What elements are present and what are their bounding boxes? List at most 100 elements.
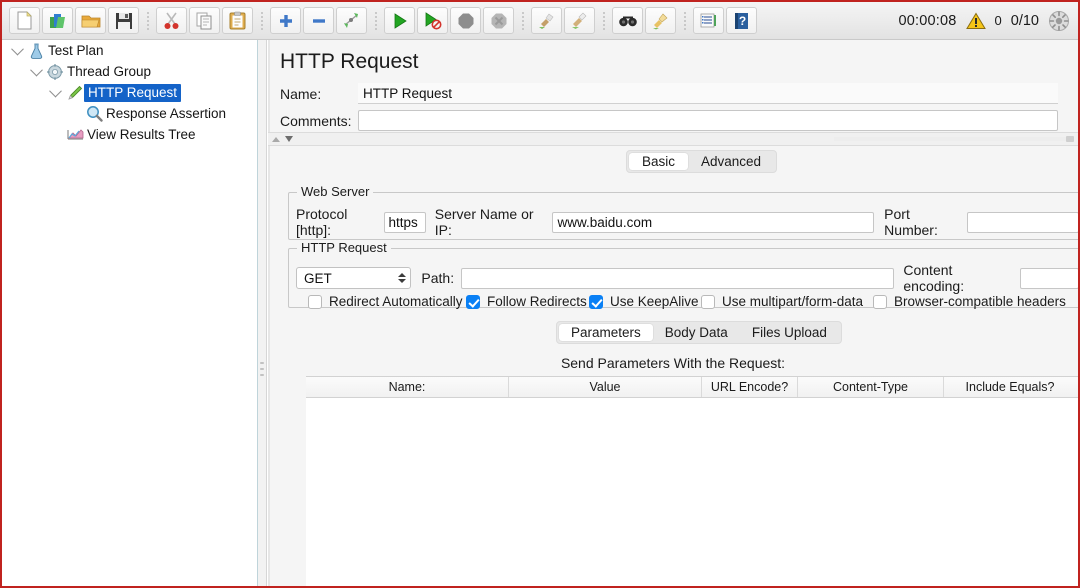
checkbox-label: Browser-compatible headers	[894, 294, 1066, 309]
tab-parameters[interactable]: Parameters	[559, 324, 653, 341]
protocol-row: Protocol [http]: https Server Name or IP…	[296, 206, 1078, 238]
method-select-value: GET	[304, 270, 332, 286]
collapse-all-icon[interactable]	[303, 7, 334, 34]
column-header-name[interactable]: Name:	[306, 377, 509, 397]
start-icon[interactable]	[384, 7, 415, 34]
cut-icon[interactable]	[156, 7, 187, 34]
tab-basic[interactable]: Basic	[629, 153, 689, 170]
pane-splitter[interactable]	[258, 40, 267, 586]
toolbar-group-run	[383, 7, 515, 34]
chevron-down-icon[interactable]	[46, 84, 64, 98]
checkbox-box[interactable]	[466, 294, 480, 309]
checkbox-use-multipart-form-data[interactable]: Use multipart/form-data	[701, 294, 863, 309]
protocol-input[interactable]: https	[384, 211, 426, 233]
toolbar-group-search	[611, 7, 677, 34]
templates-icon[interactable]	[42, 7, 73, 34]
checkbox-redirect-automatically[interactable]: Redirect Automatically	[308, 294, 463, 309]
warning-count: 0	[994, 13, 1002, 28]
toolbar: ? 00:00:08 0 0/10	[2, 2, 1078, 40]
search-icon[interactable]	[612, 7, 643, 34]
send-parameters-label: Send Parameters With the Request:	[560, 355, 786, 371]
server-input[interactable]: www.baidu.com	[551, 211, 875, 233]
checkbox-browser-compatible-headers[interactable]: Browser-compatible headers	[873, 294, 1066, 309]
test-plan-icon	[26, 43, 46, 59]
toolbar-status: 00:00:08 0 0/10	[898, 10, 1078, 32]
collapse-up-icon[interactable]	[272, 136, 280, 142]
checkbox-label: Use multipart/form-data	[722, 294, 864, 309]
tree-node-label: Thread Group	[67, 64, 152, 79]
chevron-updown-icon	[398, 273, 407, 283]
reset-search-icon[interactable]	[645, 7, 676, 34]
tree-node-thread-group[interactable]: Thread Group	[2, 61, 257, 82]
active-threads-count: 0/10	[1010, 12, 1039, 29]
toggle-icon[interactable]	[336, 7, 367, 34]
clear-icon[interactable]	[531, 7, 562, 34]
path-input[interactable]	[461, 267, 895, 289]
jmeter-window: ? 00:00:08 0 0/10 Test Plan Thread Group…	[0, 0, 1080, 588]
threads-gauge-icon[interactable]	[1048, 10, 1070, 32]
test-plan-tree[interactable]: Test Plan Thread Group HTTP Request Resp…	[2, 40, 258, 586]
checkbox-label: Redirect Automatically	[329, 294, 463, 309]
http-request-group: HTTP Request GET Path: Content encoding:…	[288, 240, 1078, 309]
copy-icon[interactable]	[189, 7, 220, 34]
splitter-grip[interactable]	[260, 362, 265, 376]
start-no-timers-icon[interactable]	[417, 7, 448, 34]
warning-icon[interactable]	[965, 12, 986, 30]
tab-advanced[interactable]: Advanced	[688, 153, 774, 170]
toolbar-separator	[371, 10, 380, 32]
comments-input[interactable]	[358, 110, 1058, 131]
toolbar-separator	[599, 10, 608, 32]
content-encoding-input[interactable]	[1020, 267, 1078, 289]
path-label: Path:	[421, 270, 455, 286]
chevron-down-icon[interactable]	[27, 63, 45, 77]
expand-all-icon[interactable]	[270, 7, 301, 34]
column-header-content-type[interactable]: Content-Type	[798, 377, 944, 397]
help-icon[interactable]: ?	[726, 7, 757, 34]
checkbox-box[interactable]	[308, 294, 322, 309]
port-input[interactable]	[967, 211, 1078, 233]
chevron-down-icon[interactable]	[8, 42, 26, 56]
tree-node-view-results-tree[interactable]: View Results Tree	[2, 124, 257, 145]
toolbar-group-file	[8, 7, 140, 34]
collapse-down-icon[interactable]	[285, 136, 293, 142]
svg-text:?: ?	[739, 14, 746, 28]
name-row: Name: HTTP Request	[280, 83, 1070, 104]
column-header-value[interactable]: Value	[509, 377, 702, 397]
comments-row: Comments:	[280, 110, 1070, 131]
checkbox-label: Follow Redirects	[487, 294, 587, 309]
checkbox-box[interactable]	[589, 294, 603, 309]
tab-body-data[interactable]: Body Data	[653, 324, 740, 341]
column-header-include-equals[interactable]: Include Equals?	[944, 377, 1076, 397]
tree-node-http-request[interactable]: HTTP Request	[2, 82, 257, 103]
tab-files-upload[interactable]: Files Upload	[740, 324, 839, 341]
checkbox-box[interactable]	[873, 294, 887, 309]
open-icon[interactable]	[75, 7, 106, 34]
checkbox-use-keepalive[interactable]: Use KeepAlive	[589, 294, 699, 309]
parameters-tabs[interactable]: Parameters Body Data Files Upload	[556, 321, 842, 344]
parameters-table[interactable]: Name: Value URL Encode? Content-Type Inc…	[306, 376, 1078, 586]
mode-tabs[interactable]: Basic Advanced	[626, 150, 778, 173]
method-select[interactable]: GET	[296, 267, 412, 289]
section-collapse-strip[interactable]	[268, 132, 1078, 146]
toolbar-group-edit	[155, 7, 254, 34]
horizontal-scrollbar[interactable]	[834, 136, 1074, 142]
stop-icon[interactable]	[450, 7, 481, 34]
checkbox-follow-redirects[interactable]: Follow Redirects	[466, 294, 587, 309]
clear-all-icon[interactable]	[564, 7, 595, 34]
tree-node-test-plan[interactable]: Test Plan	[2, 40, 257, 61]
new-icon[interactable]	[9, 7, 40, 34]
tree-node-label: Test Plan	[48, 43, 104, 58]
column-header-url-encode[interactable]: URL Encode?	[702, 377, 798, 397]
shutdown-icon[interactable]	[483, 7, 514, 34]
table-body[interactable]	[306, 398, 1078, 586]
port-label: Port Number:	[884, 206, 938, 238]
server-label: Server Name or IP:	[434, 206, 534, 238]
paste-icon[interactable]	[222, 7, 253, 34]
function-helper-icon[interactable]	[693, 7, 724, 34]
save-icon[interactable]	[108, 7, 139, 34]
name-input[interactable]: HTTP Request	[358, 83, 1058, 104]
checkbox-box[interactable]	[701, 294, 715, 309]
content-encoding-label: Content encoding:	[903, 262, 965, 294]
thread-group-icon	[45, 63, 65, 80]
tree-node-response-assertion[interactable]: Response Assertion	[2, 103, 257, 124]
